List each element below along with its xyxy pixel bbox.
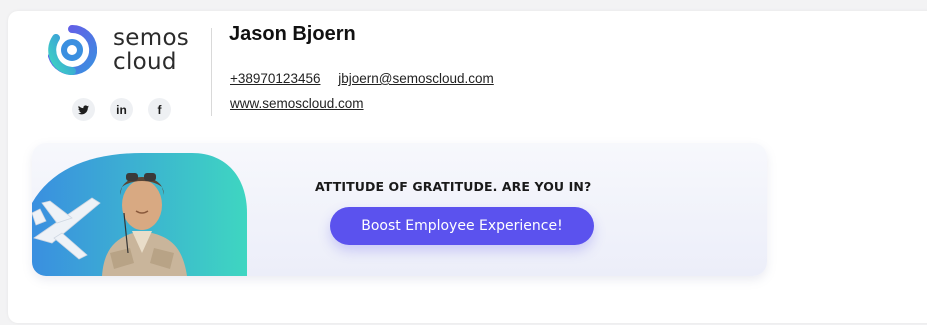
email-link[interactable]: jbjoern@semoscloud.com — [338, 71, 494, 86]
vertical-divider — [211, 28, 212, 116]
facebook-glyph: f — [157, 102, 162, 117]
brand-line-2: cloud — [113, 49, 177, 75]
pilot-airplane-image — [32, 153, 247, 276]
brand-line-1: semos — [113, 25, 190, 51]
website-link[interactable]: www.semoscloud.com — [230, 96, 364, 111]
brand-wordmark: semos cloud — [113, 26, 189, 74]
contact-line-phone-email: +38970123456 jbjoern@semoscloud.com — [230, 71, 494, 86]
contact-name: Jason Bjoern — [229, 23, 356, 45]
facebook-icon[interactable]: f — [148, 98, 171, 121]
linkedin-icon[interactable]: in — [110, 98, 133, 121]
twitter-icon[interactable] — [72, 98, 95, 121]
banner-tagline: ATTITUDE OF GRATITUDE. ARE YOU IN? — [315, 179, 592, 194]
contact-line-website: www.semoscloud.com — [230, 96, 364, 111]
boost-employee-experience-button[interactable]: Boost Employee Experience! — [330, 207, 594, 245]
phone-link[interactable]: +38970123456 — [230, 71, 320, 86]
linkedin-glyph: in — [116, 102, 127, 117]
semos-swirl-icon[interactable] — [47, 25, 97, 75]
social-links: in f — [72, 98, 171, 121]
promo-banner[interactable]: ATTITUDE OF GRATITUDE. ARE YOU IN? Boost… — [32, 143, 767, 276]
